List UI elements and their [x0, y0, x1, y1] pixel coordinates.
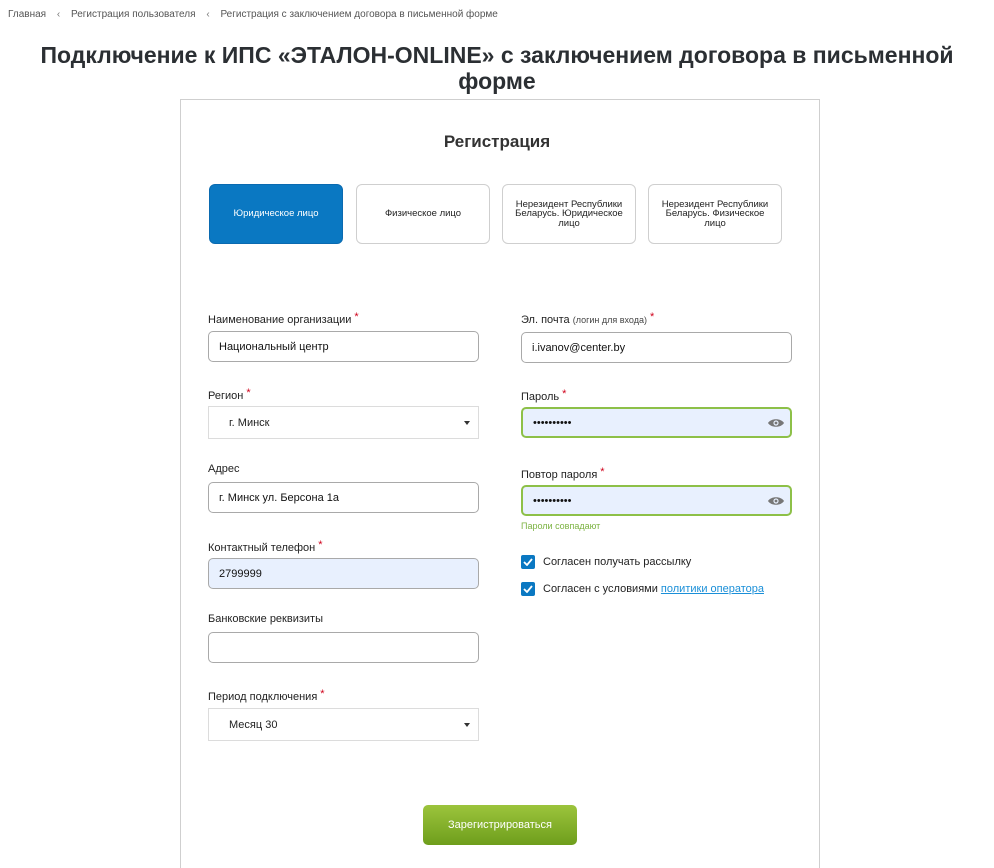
operator-policy-link[interactable]: политики оператора [661, 583, 764, 595]
required-mark: * [600, 466, 605, 478]
eye-icon[interactable] [767, 417, 785, 429]
newsletter-label: Согласен получать рассылку [543, 556, 692, 568]
checkmark-icon [523, 585, 533, 593]
period-select[interactable]: Месяц 30 [208, 708, 479, 741]
password-repeat-label: Повтор пароля * [521, 466, 605, 481]
region-select[interactable]: г. Минск [208, 406, 479, 439]
period-label-text: Период подключения [208, 691, 318, 703]
required-mark: * [354, 311, 359, 323]
bank-details-input[interactable] [208, 632, 479, 663]
bank-details-label: Банковские реквизиты [208, 613, 323, 625]
form-title: Регистрация [443, 132, 551, 151]
required-mark: * [320, 688, 325, 700]
eye-icon[interactable] [767, 495, 785, 507]
address-input[interactable] [208, 482, 479, 513]
address-label: Адрес [208, 463, 240, 475]
terms-label-text: Согласен с условиями [543, 583, 661, 595]
type-nonresident-legal-button[interactable]: Нерезидент Республики Беларусь. Юридичес… [502, 184, 636, 244]
checkmark-icon [523, 558, 533, 566]
region-label: Регион * [208, 387, 251, 402]
password-label-text: Пароль [521, 391, 560, 403]
period-select-value: Месяц 30 [229, 718, 278, 731]
required-mark: * [246, 387, 251, 399]
breadcrumb: Главная ‹ Регистрация пользователя ‹ Рег… [8, 9, 498, 20]
email-label-text: Эл. почта [521, 314, 570, 326]
type-legal-entity-button[interactable]: Юридическое лицо [209, 184, 343, 244]
breadcrumb-separator: ‹ [206, 9, 210, 20]
type-nonresident-individual-button[interactable]: Нерезидент Республики Беларусь. Физическ… [648, 184, 782, 244]
email-label: Эл. почта (логин для входа) * [521, 311, 654, 326]
terms-checkbox[interactable] [521, 582, 535, 596]
breadcrumb-separator: ‹ [56, 9, 61, 20]
email-input[interactable] [521, 332, 792, 363]
caret-down-icon [464, 421, 470, 425]
region-label-text: Регион [208, 390, 244, 402]
email-label-note: (логин для входа) [572, 315, 647, 325]
newsletter-checkbox[interactable] [521, 555, 535, 569]
password-repeat-input[interactable] [521, 485, 792, 516]
password-label: Пароль * [521, 388, 566, 403]
password-match-hint: Пароли совпадают [521, 521, 601, 531]
password-input[interactable] [521, 407, 792, 438]
phone-input[interactable] [208, 558, 479, 589]
caret-down-icon [464, 723, 470, 727]
terms-label: Согласен с условиями политики оператора [543, 583, 764, 595]
org-name-label-text: Наименование организации [208, 314, 352, 326]
register-button[interactable]: Зарегистрироваться [423, 805, 577, 845]
required-mark: * [650, 311, 655, 323]
org-name-label: Наименование организации * [208, 311, 359, 326]
page-title: Подключение к ИПС «ЭТАЛОН-ONLINE» с закл… [40, 42, 954, 94]
required-mark: * [318, 539, 323, 551]
phone-label-text: Контактный телефон [208, 542, 316, 554]
required-mark: * [562, 388, 567, 400]
breadcrumb-home[interactable]: Главная [8, 9, 46, 20]
org-name-input[interactable] [208, 331, 479, 362]
breadcrumb-current: Регистрация с заключением договора в пис… [220, 9, 498, 20]
region-select-value: г. Минск [229, 416, 270, 429]
type-individual-button[interactable]: Физическое лицо [356, 184, 490, 244]
period-label: Период подключения * [208, 688, 325, 703]
breadcrumb-user-registration[interactable]: Регистрация пользователя [71, 9, 196, 20]
phone-label: Контактный телефон * [208, 539, 323, 554]
password-repeat-label-text: Повтор пароля [521, 469, 598, 481]
